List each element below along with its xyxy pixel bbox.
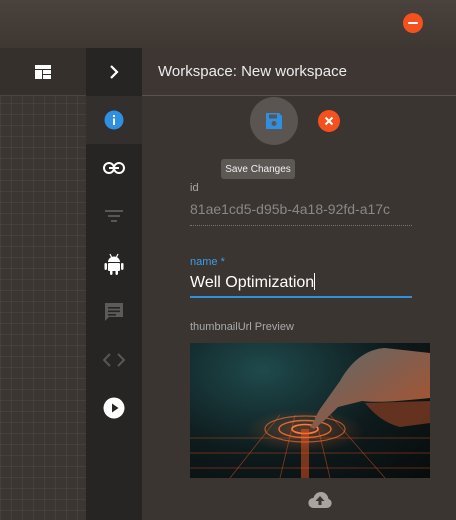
info-icon — [104, 110, 124, 130]
name-input-text: Well Optimization — [190, 274, 315, 291]
side-rail — [86, 48, 142, 520]
text-caret — [314, 273, 316, 290]
rail-toggle[interactable] — [86, 48, 142, 96]
id-underline — [190, 225, 412, 226]
rail-item-run[interactable] — [86, 384, 142, 432]
name-field[interactable]: Well Optimization — [190, 273, 412, 292]
chevron-right-icon — [110, 65, 119, 79]
details-panel: Workspace: New workspace Save Changes id… — [142, 48, 456, 520]
rail-item-info[interactable] — [86, 96, 142, 144]
panel-header: Workspace: New workspace — [142, 48, 456, 96]
page-title: Workspace: New workspace — [158, 63, 347, 80]
play-circle-icon — [103, 397, 125, 419]
save-tooltip: Save Changes — [221, 159, 295, 179]
code-icon — [103, 353, 125, 367]
cloud-upload-icon[interactable] — [308, 491, 332, 509]
cancel-button[interactable] — [318, 110, 340, 132]
rail-item-android[interactable] — [86, 240, 142, 288]
thumbnail-label: thumbnailUrl Preview — [190, 321, 294, 333]
thumbnail-image — [190, 348, 430, 478]
name-underline — [190, 296, 412, 298]
id-label: id — [190, 182, 199, 194]
save-button[interactable] — [250, 97, 298, 145]
rail-item-code[interactable] — [86, 336, 142, 384]
minus-circle-icon[interactable] — [403, 13, 423, 33]
cancel-icon — [324, 116, 334, 126]
rail-item-comment[interactable] — [86, 288, 142, 336]
top-bar — [0, 0, 456, 48]
android-icon — [104, 253, 124, 275]
rail-item-filter[interactable] — [86, 192, 142, 240]
rail-item-link[interactable] — [86, 144, 142, 192]
filter-icon — [105, 210, 123, 222]
link-icon — [103, 162, 125, 174]
name-label: name * — [190, 256, 225, 268]
thumbnail-preview — [190, 343, 430, 478]
comment-icon — [105, 303, 123, 321]
dashboard-icon[interactable] — [35, 64, 51, 79]
save-icon — [266, 113, 282, 129]
canvas-area — [0, 48, 86, 520]
canvas-header — [0, 48, 86, 96]
id-field: 81ae1cd5-d95b-4a18-92fd-a17c — [190, 201, 391, 217]
